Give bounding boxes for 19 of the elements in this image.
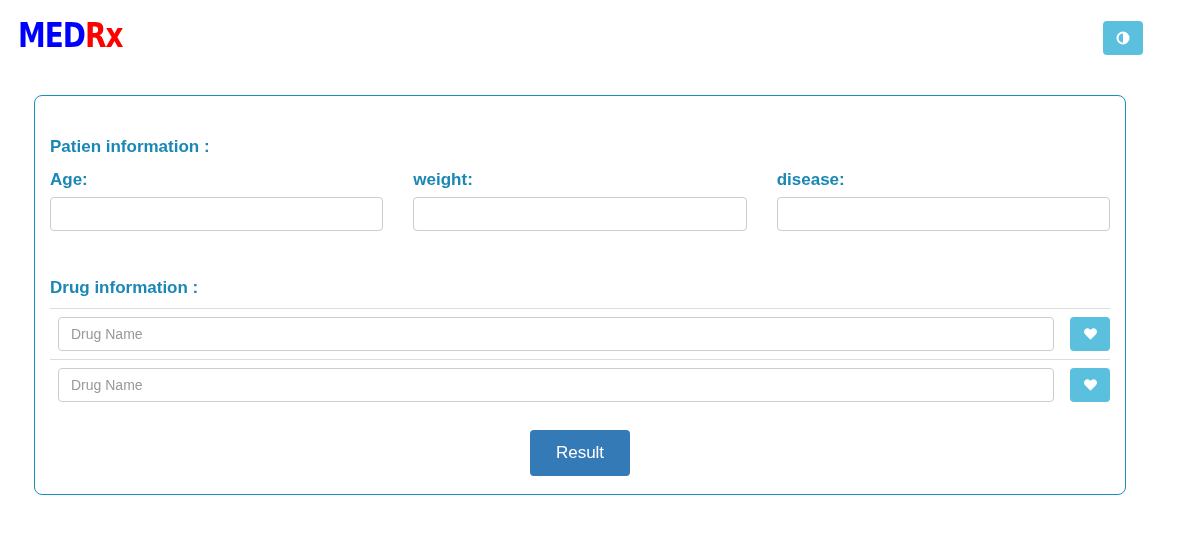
drug-name-field[interactable]: Drug Name xyxy=(58,368,1054,402)
theme-toggle-button[interactable] xyxy=(1103,21,1143,55)
favorite-button[interactable] xyxy=(1070,317,1110,351)
section-heading: Patien information : xyxy=(50,136,211,158)
field-label: Age: xyxy=(50,169,89,190)
result-button[interactable]: Result xyxy=(530,430,630,476)
field-label: disease: xyxy=(776,169,846,190)
section-heading: Drug information : xyxy=(50,276,200,299)
input-field[interactable] xyxy=(50,196,384,231)
heart-icon xyxy=(1083,379,1097,391)
favorite-button[interactable] xyxy=(1070,368,1110,402)
input-field[interactable] xyxy=(776,196,1110,231)
input-field[interactable] xyxy=(413,196,747,231)
logo-text: MED xyxy=(18,18,85,53)
contrast-icon xyxy=(1116,31,1130,45)
heart-icon xyxy=(1083,328,1097,340)
drug-name-field[interactable]: Drug Name xyxy=(58,317,1054,351)
logo-text: Rx xyxy=(85,18,123,53)
field-label: weight: xyxy=(413,169,474,190)
